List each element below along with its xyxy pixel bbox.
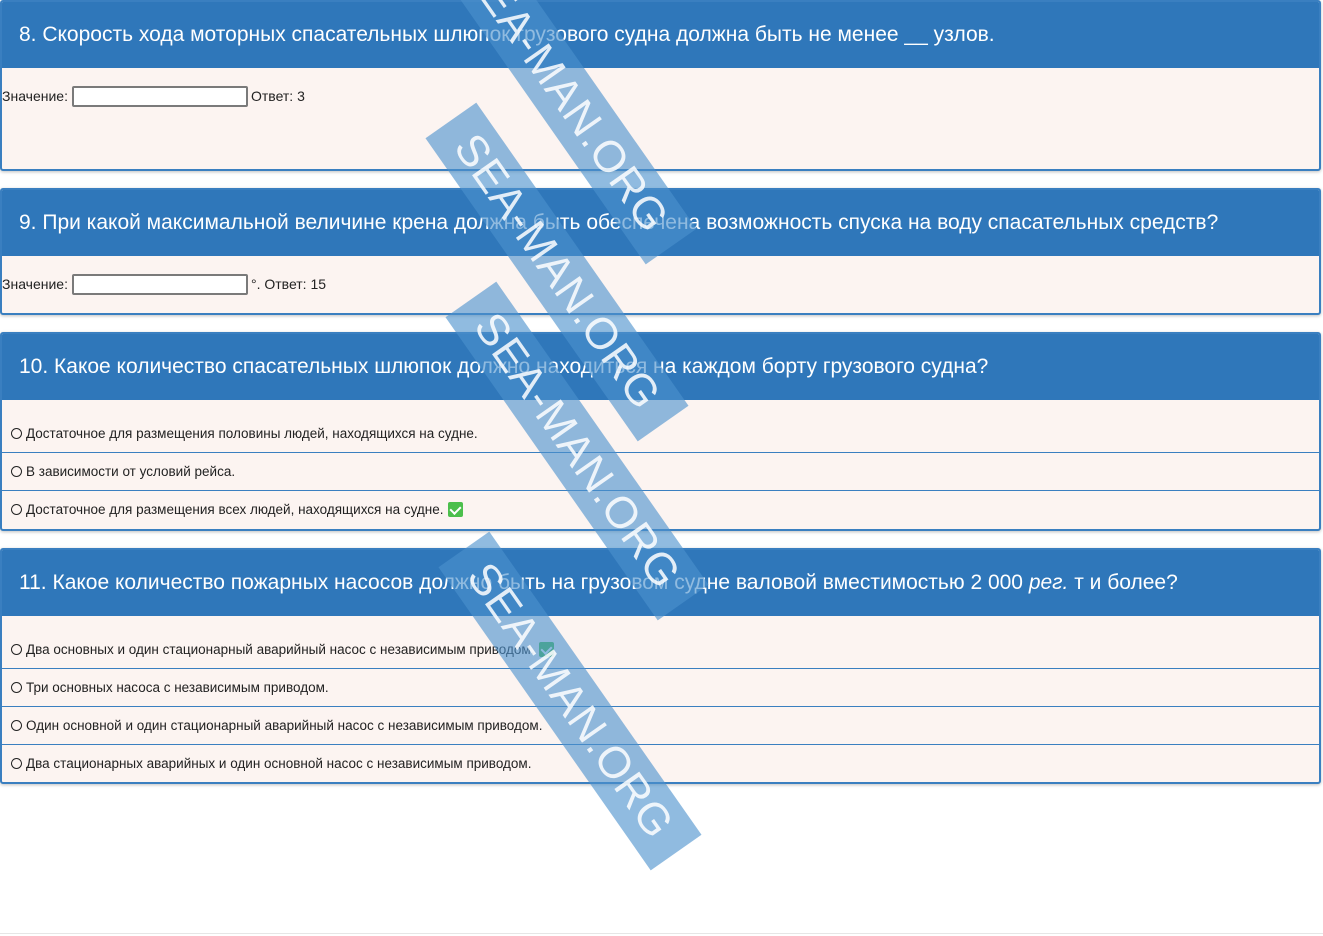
answer-option[interactable]: В зависимости от условий рейса. — [2, 452, 1319, 490]
correct-check-icon — [539, 642, 555, 657]
question-9: 9. При какой максимальной величине крена… — [0, 188, 1321, 315]
option-text: Один основной и один стационарный аварий… — [26, 718, 543, 733]
radio-button[interactable] — [11, 466, 22, 477]
title-prefix: 11. Какое количество пожарных насосов до… — [19, 571, 1029, 594]
value-label: Значение: — [2, 276, 68, 292]
option-text: Два основных и один стационарный аварийн… — [26, 642, 535, 657]
answer-option[interactable]: Достаточное для размещения всех людей, н… — [2, 490, 1319, 528]
value-row: Значение: °. Ответ: 15 — [2, 256, 1319, 312]
question-10: 10. Какое количество спасательных шлюпок… — [0, 332, 1321, 531]
answer-option[interactable]: Один основной и один стационарный аварий… — [2, 706, 1319, 744]
question-11-options: Два основных и один стационарный аварийн… — [2, 616, 1319, 782]
answer-option[interactable]: Два стационарных аварийных и один основн… — [2, 744, 1319, 782]
title-suffix: т и более? — [1068, 571, 1178, 594]
answer-text: Ответ: 3 — [250, 88, 305, 104]
question-10-title: 10. Какое количество спасательных шлюпок… — [2, 334, 1319, 400]
answer-option[interactable]: Три основных насоса с независимым привод… — [2, 668, 1319, 706]
answer-option[interactable]: Достаточное для размещения половины люде… — [2, 415, 1319, 452]
question-8-title: 8. Скорость хода моторных спасательных ш… — [2, 2, 1319, 68]
question-10-options: Достаточное для размещения половины люде… — [2, 400, 1319, 528]
page-bottom-divider — [0, 933, 1323, 934]
radio-button[interactable] — [11, 428, 22, 439]
question-11-title: 11. Какое количество пожарных насосов до… — [2, 550, 1319, 616]
radio-button[interactable] — [11, 504, 22, 515]
value-input[interactable] — [71, 85, 248, 107]
option-text: Два стационарных аварийных и один основн… — [26, 756, 532, 771]
value-input[interactable] — [71, 273, 248, 295]
question-9-body: Значение: °. Ответ: 15 — [2, 256, 1319, 312]
question-8: 8. Скорость хода моторных спасательных ш… — [0, 0, 1321, 171]
value-row: Значение: Ответ: 3 — [2, 68, 1319, 124]
value-label: Значение: — [2, 88, 68, 104]
answer-text: °. Ответ: 15 — [250, 276, 327, 292]
title-italic: рег. — [1028, 571, 1069, 594]
radio-button[interactable] — [11, 682, 22, 693]
option-text: В зависимости от условий рейса. — [26, 464, 236, 479]
radio-button[interactable] — [11, 720, 22, 731]
question-9-title: 9. При какой максимальной величине крена… — [2, 190, 1319, 256]
radio-button[interactable] — [11, 758, 22, 769]
radio-button[interactable] — [11, 644, 22, 655]
option-text: Достаточное для размещения всех людей, н… — [26, 502, 444, 517]
question-11: 11. Какое количество пожарных насосов до… — [0, 548, 1321, 784]
answer-option[interactable]: Два основных и один стационарный аварийн… — [2, 631, 1319, 668]
correct-check-icon — [448, 502, 464, 517]
option-text: Три основных насоса с независимым привод… — [26, 680, 329, 695]
option-text: Достаточное для размещения половины люде… — [26, 426, 478, 441]
question-8-body: Значение: Ответ: 3 — [2, 68, 1319, 124]
